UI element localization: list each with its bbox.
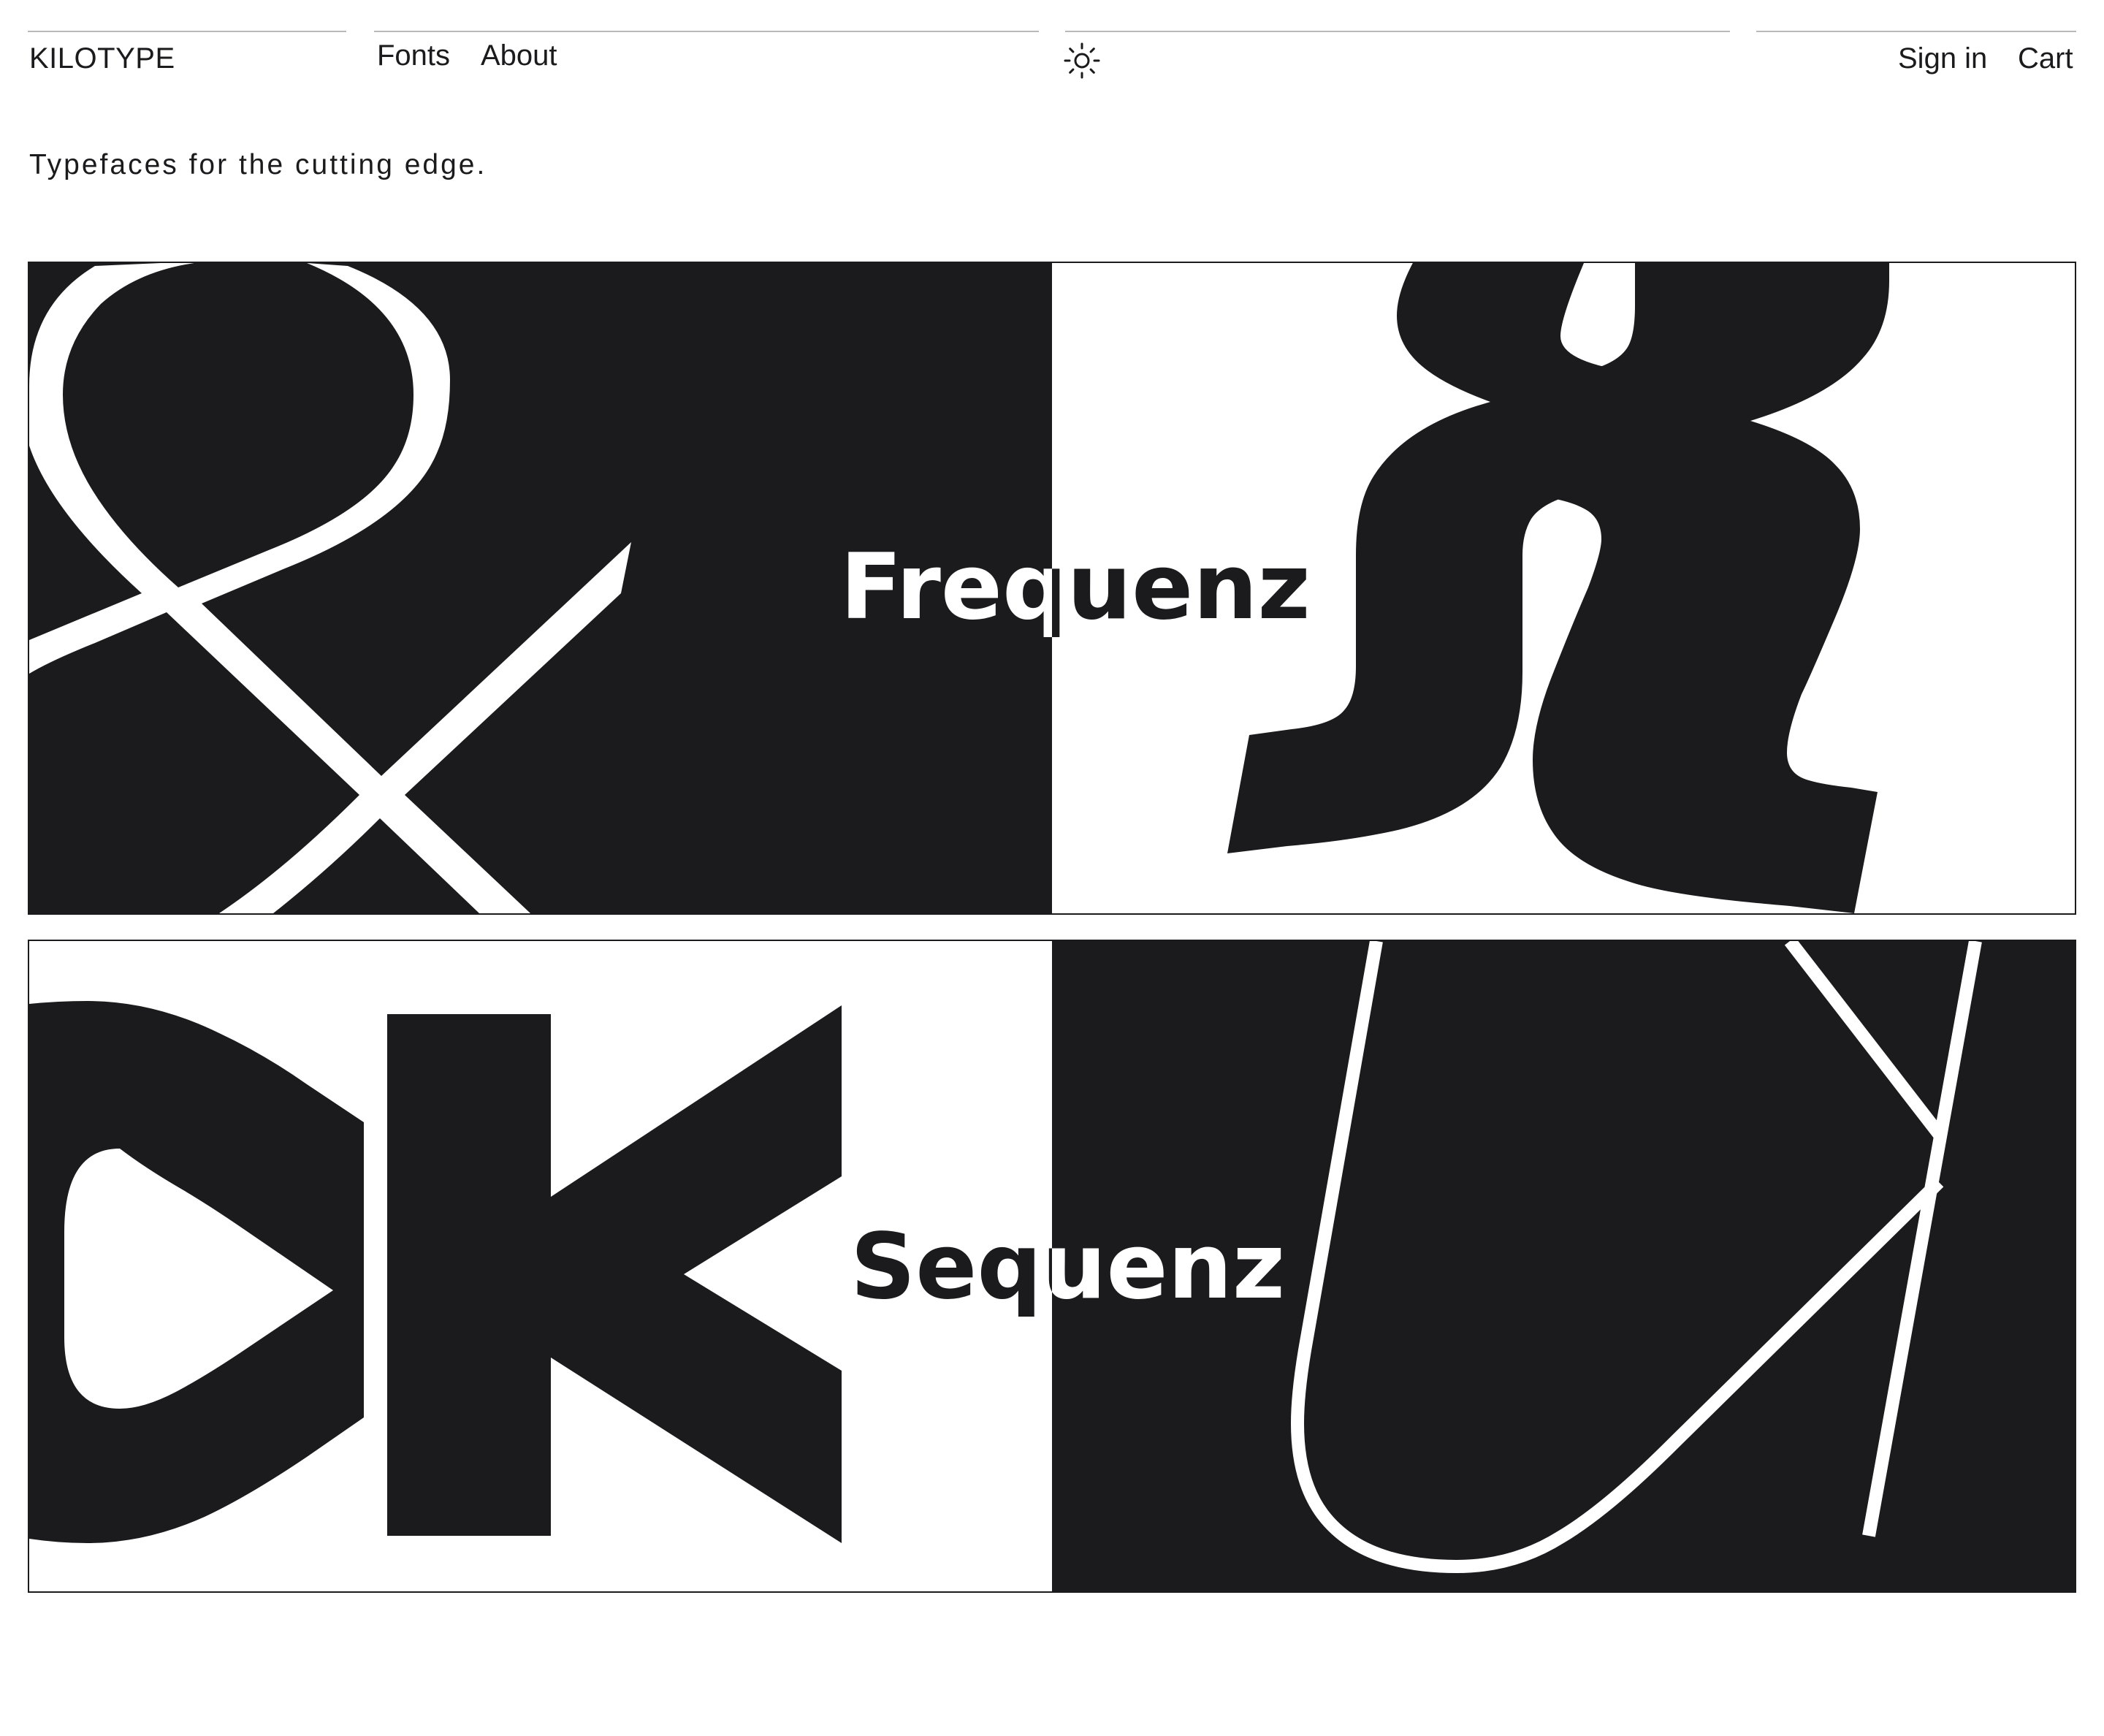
tagline: Typefaces for the cutting edge. <box>29 149 487 180</box>
font-name-frequenz: Frequenz Frequenz <box>840 535 1311 640</box>
font-name-sequenz: Sequenz Sequenz <box>850 1214 1285 1320</box>
sun-icon[interactable] <box>1062 41 1102 80</box>
sign-in-link[interactable]: Sign in <box>1898 42 1987 75</box>
nav-fonts[interactable]: Fonts <box>377 39 450 72</box>
header-rule <box>28 31 346 32</box>
font-card-frequenz[interactable]: Frequenz Frequenz <box>28 262 2076 915</box>
cart-link[interactable]: Cart <box>2018 42 2073 75</box>
nav-about[interactable]: About <box>481 39 557 72</box>
header-rule <box>1065 31 1730 32</box>
brand-logo[interactable]: KILOTYPE <box>29 42 175 75</box>
header-rule <box>374 31 1039 32</box>
font-card-sequenz[interactable]: Sequenz Sequenz <box>28 940 2076 1593</box>
header-rule <box>1756 31 2076 32</box>
